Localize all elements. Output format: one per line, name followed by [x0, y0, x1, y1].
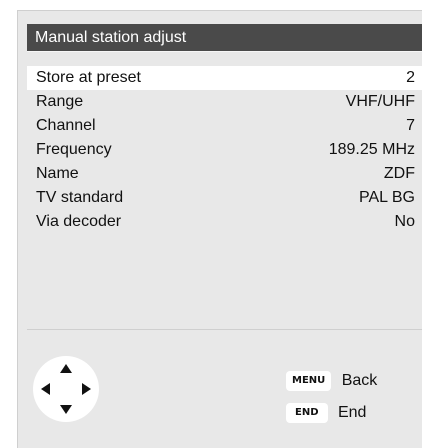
row-store-at-preset[interactable]: Store at preset 2: [27, 66, 422, 90]
arrow-left-icon: [41, 383, 50, 395]
row-name[interactable]: Name ZDF: [27, 162, 422, 186]
row-label: Frequency: [36, 141, 112, 158]
back-label: Back: [341, 372, 378, 389]
row-value: 7: [406, 117, 415, 134]
row-value: ZDF: [383, 165, 415, 182]
row-label: TV standard: [36, 189, 124, 206]
row-value: 189.25 MHz: [328, 141, 415, 158]
row-range[interactable]: Range VHF/UHF: [27, 90, 422, 114]
row-label: Via decoder: [36, 213, 122, 230]
row-value: VHF/UHF: [345, 93, 415, 110]
end-label: End: [337, 404, 367, 421]
arrow-down-icon: [60, 405, 72, 414]
end-key-icon: END: [286, 403, 328, 423]
row-frequency[interactable]: Frequency 189.25 MHz: [27, 138, 422, 162]
arrow-right-icon: [82, 383, 91, 395]
row-label: Channel: [36, 117, 96, 134]
settings-list: Store at preset 2 Range VHF/UHF Channel …: [27, 66, 422, 234]
tv-osd-screen: Manual station adjust Store at preset 2 …: [0, 0, 422, 448]
row-label: Range: [36, 93, 84, 110]
row-tv-standard[interactable]: TV standard PAL BG: [27, 186, 422, 210]
end-hint[interactable]: END End: [286, 403, 366, 425]
row-value: PAL BG: [358, 189, 415, 206]
row-value: No: [394, 213, 415, 230]
menu-title: Manual station adjust: [27, 24, 422, 52]
menu-back-hint[interactable]: MENU Back: [286, 371, 377, 393]
row-channel[interactable]: Channel 7: [27, 114, 422, 138]
navigation-arrows-icon: [33, 356, 99, 422]
row-via-decoder[interactable]: Via decoder No: [27, 210, 422, 234]
row-label: Store at preset: [36, 69, 141, 86]
menu-key-icon: MENU: [286, 371, 332, 391]
row-label: Name: [36, 165, 79, 182]
arrow-up-icon: [60, 364, 72, 373]
row-value: 2: [406, 69, 415, 86]
footer-divider: [27, 329, 422, 330]
